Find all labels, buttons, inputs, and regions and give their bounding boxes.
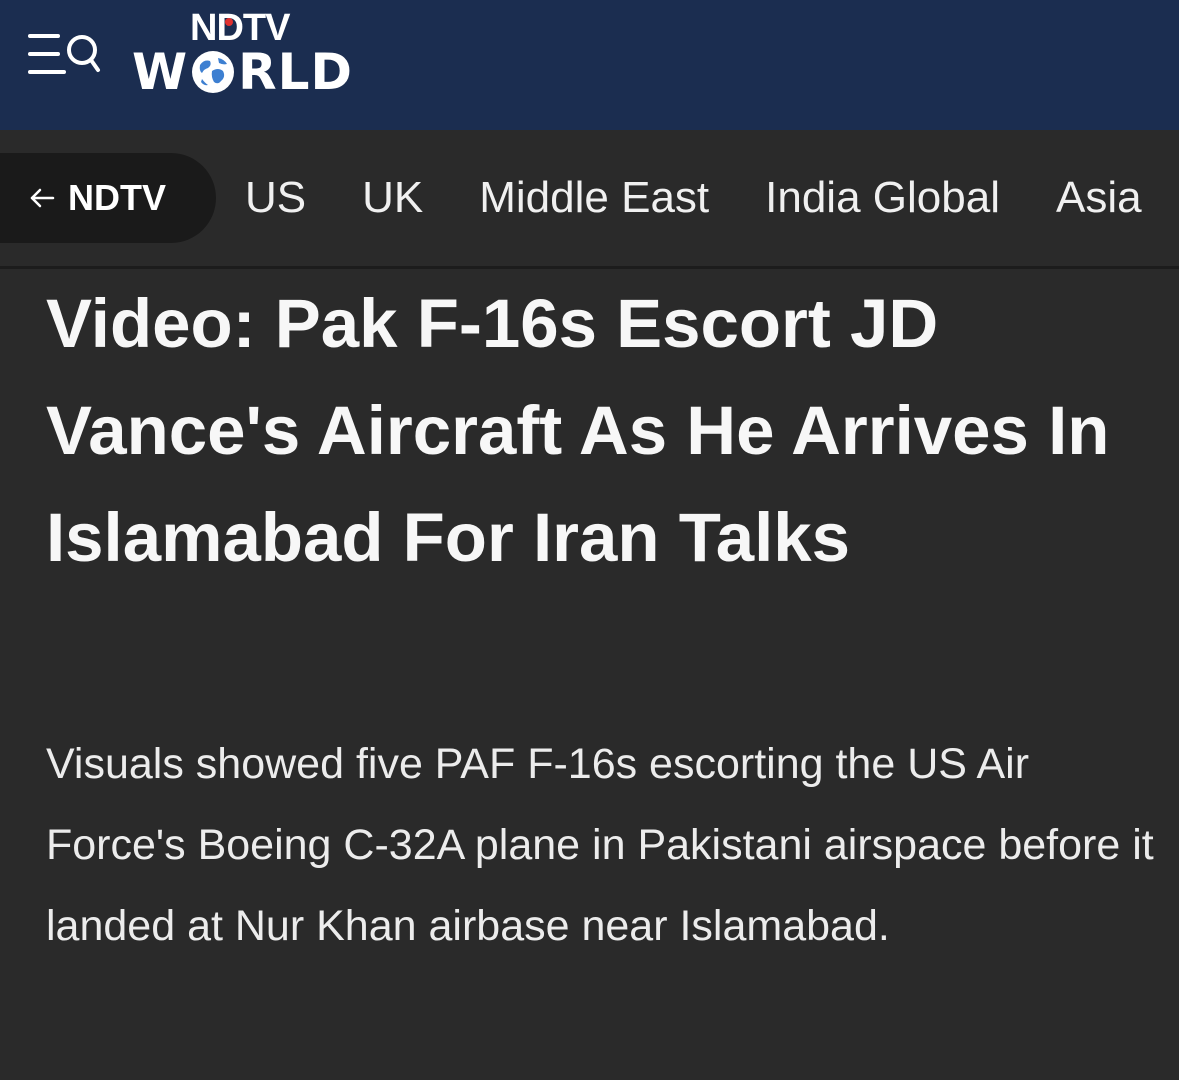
logo-red-dot [225, 18, 233, 26]
back-label: NDTV [68, 177, 166, 218]
nav-item-asia[interactable]: Asia [1056, 173, 1142, 223]
site-header: NDTV W RLD [0, 0, 1179, 130]
nav-item-india-global[interactable]: India Global [765, 173, 1000, 223]
logo-world-rld: RLD [238, 43, 354, 101]
nav-links: US UK Middle East India Global Asia [245, 168, 1142, 228]
logo-world-w: W [132, 43, 189, 101]
article-headline: Video: Pak F-16s Escort JD Vance's Aircr… [46, 285, 1110, 576]
menu-search-button[interactable] [24, 28, 104, 84]
article-summary: Visuals showed five PAF F-16s escorting … [46, 740, 1154, 950]
menu-search-icon [28, 34, 100, 74]
globe-icon [192, 51, 235, 93]
back-to-ndtv-button[interactable]: NDTV [0, 153, 216, 243]
logo-world-text: W RLD [132, 44, 353, 100]
nav-item-uk[interactable]: UK [362, 173, 423, 223]
nav-item-us[interactable]: US [245, 173, 306, 223]
arrow-left-icon [30, 188, 55, 208]
nav-item-middle-east[interactable]: Middle East [479, 173, 709, 223]
nav-divider [0, 266, 1179, 269]
ndtv-world-logo[interactable]: NDTV W RLD [132, 6, 402, 106]
